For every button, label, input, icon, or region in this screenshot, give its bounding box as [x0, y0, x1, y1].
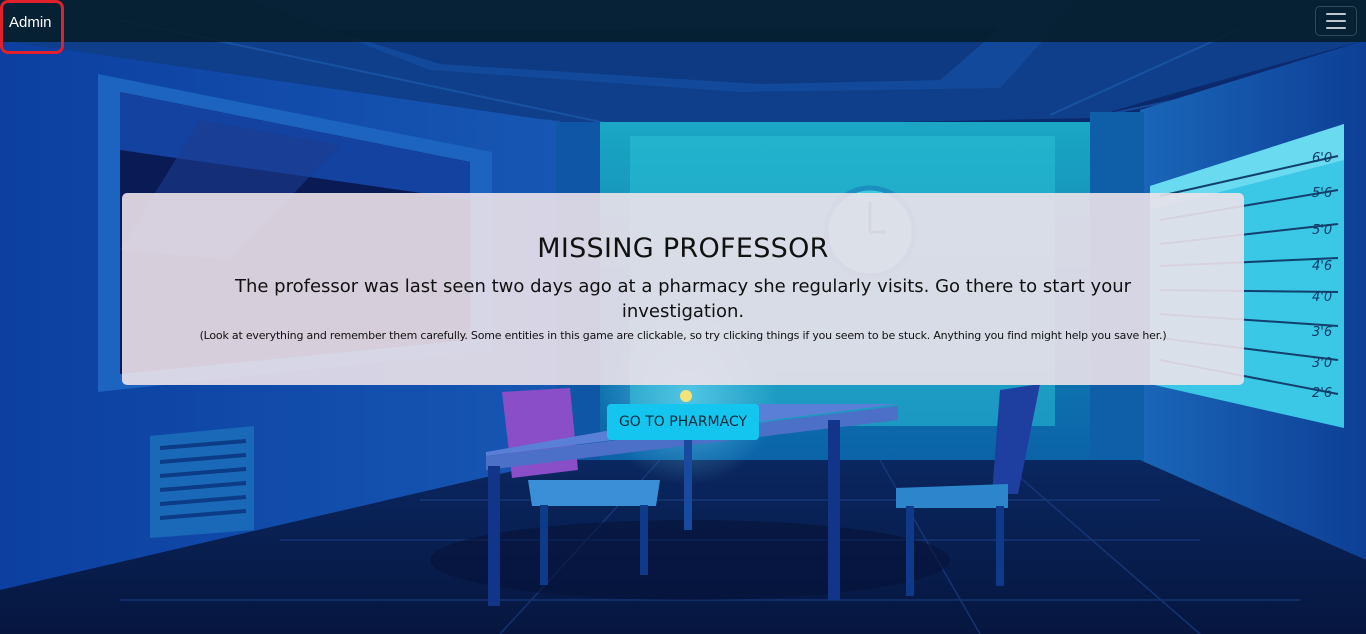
- height-mark: 3'6: [1312, 325, 1332, 340]
- hamburger-menu-icon-line: [1326, 27, 1346, 29]
- go-to-pharmacy-button[interactable]: GO TO PHARMACY: [607, 404, 759, 440]
- intro-card: MISSING PROFESSOR The professor was last…: [122, 193, 1244, 385]
- hamburger-menu-icon: [1326, 13, 1346, 15]
- height-mark: 4'0: [1312, 290, 1332, 305]
- hamburger-menu-icon-line: [1326, 20, 1346, 22]
- top-navbar: Admin: [0, 0, 1366, 54]
- height-mark: 2'6: [1312, 386, 1332, 401]
- height-mark: 3'0: [1312, 356, 1332, 371]
- game-title: MISSING PROFESSOR: [537, 233, 829, 264]
- height-mark: 5'6: [1312, 186, 1332, 201]
- intro-hint-text: (Look at everything and remember them ca…: [199, 329, 1167, 342]
- navbar-toggler-button[interactable]: [1315, 6, 1357, 36]
- height-mark: 5'0: [1312, 223, 1332, 238]
- intro-lead-text: The professor was last seen two days ago…: [234, 276, 1132, 322]
- height-mark: 4'6: [1312, 259, 1332, 274]
- height-mark: 6'0: [1312, 151, 1332, 166]
- navbar-brand-admin[interactable]: Admin: [0, 0, 64, 54]
